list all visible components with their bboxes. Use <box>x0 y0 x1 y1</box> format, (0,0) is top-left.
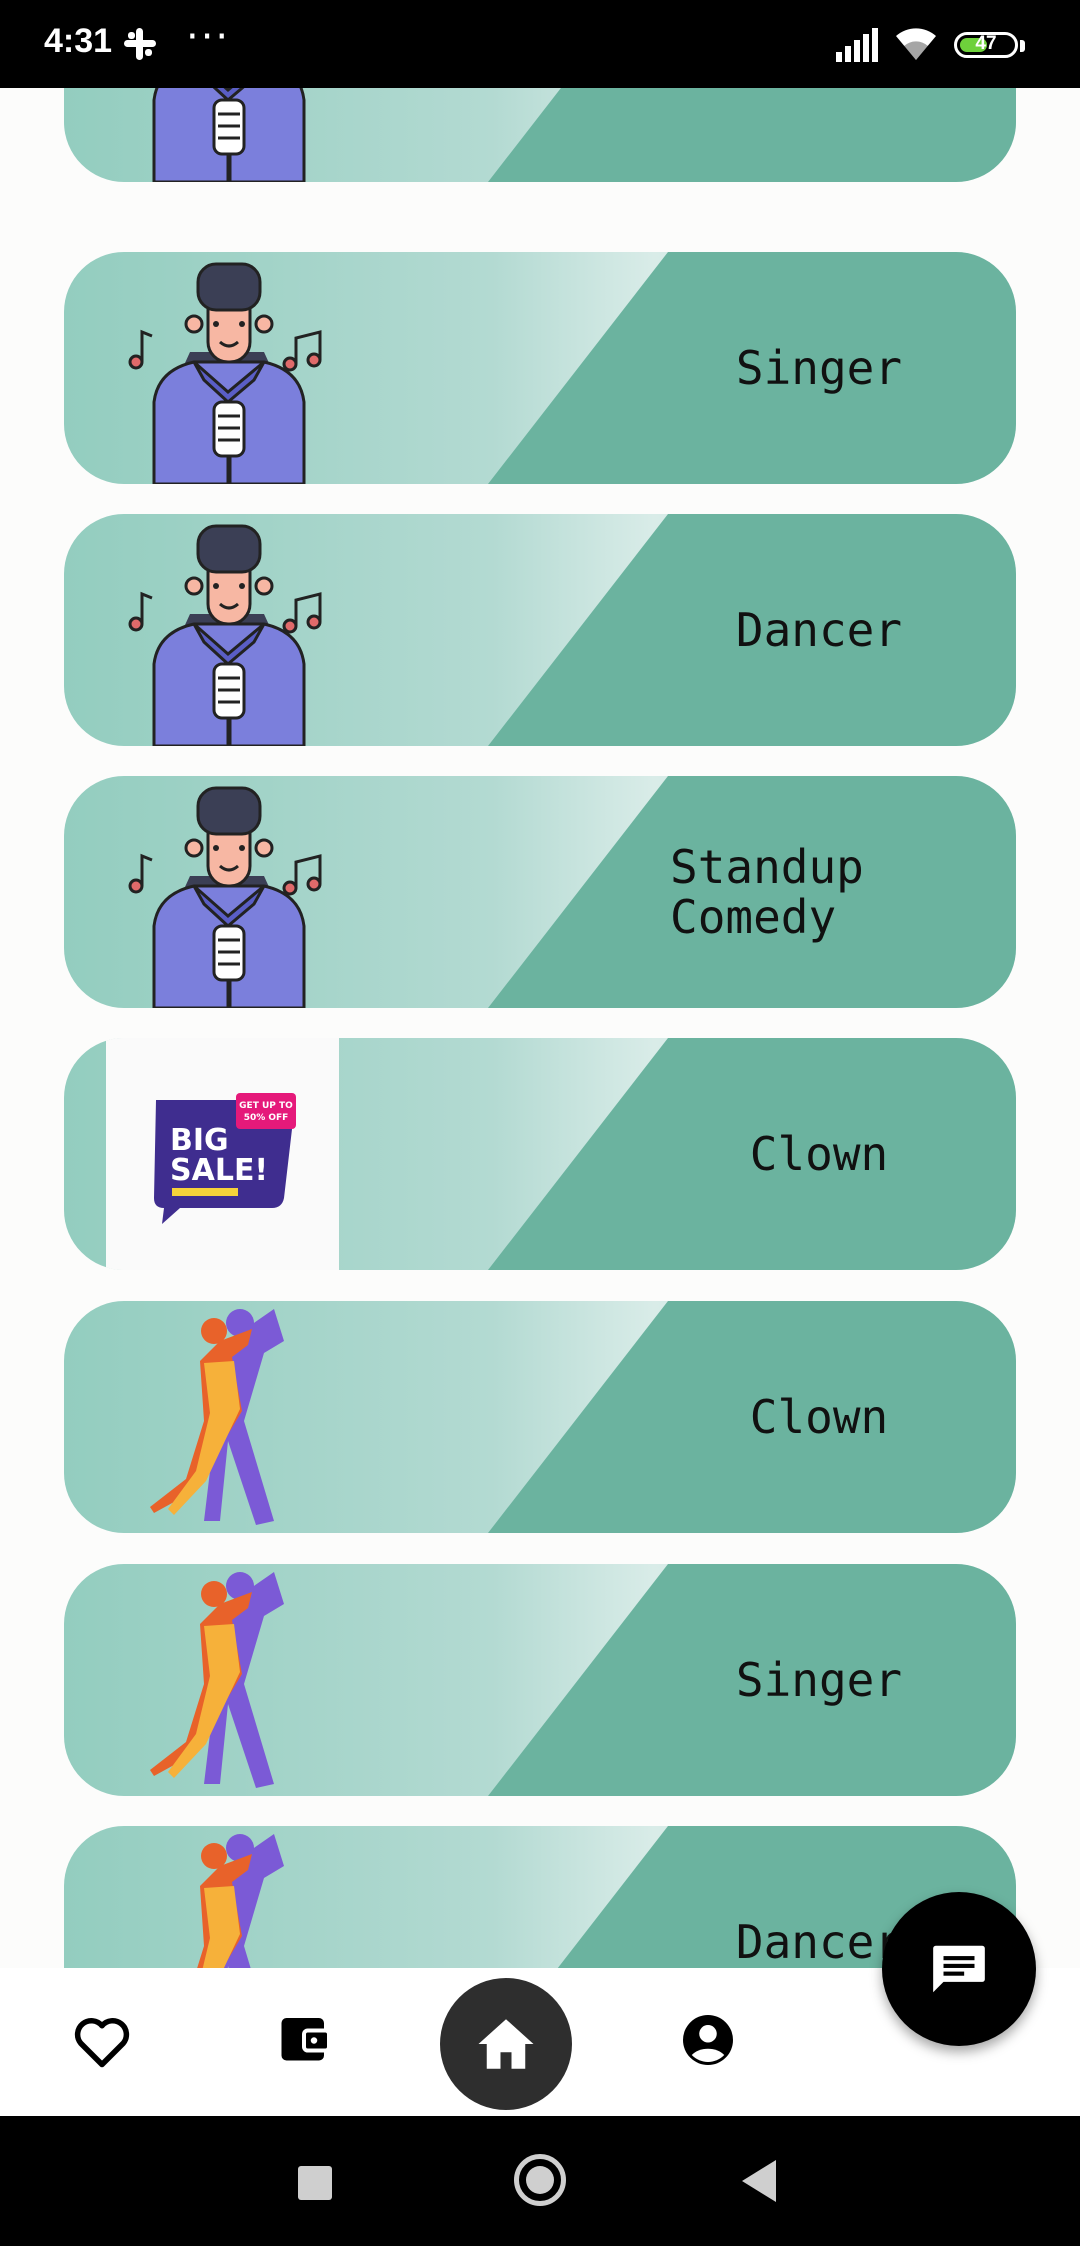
wallet-icon[interactable] <box>274 2008 334 2068</box>
category-label: Singer <box>735 1653 903 1707</box>
singer-illustration <box>124 88 334 182</box>
svg-text:GET UP TO: GET UP TO <box>239 1101 293 1111</box>
recents-button[interactable] <box>298 2166 332 2200</box>
system-navigation-bar <box>0 2116 1080 2246</box>
signal-icon <box>836 28 878 62</box>
category-label: Singer <box>735 341 903 395</box>
category-card[interactable]: Singer <box>64 252 1016 484</box>
singer-illustration <box>124 776 334 1008</box>
category-card[interactable]: Singer <box>64 1564 1016 1796</box>
svg-text:50% OFF: 50% OFF <box>244 1113 289 1123</box>
home-button[interactable] <box>440 1978 572 2110</box>
chat-icon <box>933 1945 985 1993</box>
category-label: Clown <box>749 1390 889 1444</box>
battery-level: 47 <box>975 33 997 54</box>
dancers-illustration <box>124 1826 334 1968</box>
account-circle-icon[interactable] <box>678 2010 738 2070</box>
home-icon <box>478 2019 534 2069</box>
category-label: Standup Comedy <box>670 840 864 944</box>
status-time: 4:31 <box>44 22 113 60</box>
dancers-illustration <box>124 1564 334 1796</box>
category-card[interactable]: GET UP TO 50% OFF BIG SALE! Clown <box>64 1038 1016 1270</box>
category-card[interactable]: Standup Comedy <box>64 776 1016 1008</box>
category-card[interactable]: Dancer <box>64 1826 1016 1968</box>
battery-icon: 47 <box>954 32 1018 58</box>
category-card[interactable]: Dancer <box>64 514 1016 746</box>
dancers-illustration <box>124 1301 334 1533</box>
category-list[interactable]: Actor Singer Dancer Standu <box>0 88 1080 1968</box>
category-card[interactable]: Clown <box>64 1301 1016 1533</box>
back-button[interactable] <box>742 2160 778 2202</box>
singer-illustration <box>124 514 334 746</box>
big-sale-image: GET UP TO 50% OFF BIG SALE! <box>106 1038 339 1270</box>
slack-icon <box>124 28 156 60</box>
home-system-button[interactable] <box>514 2154 566 2206</box>
category-label: Actor <box>669 88 969 182</box>
svg-text:SALE!: SALE! <box>170 1153 268 1188</box>
more-notifications-icon: ··· <box>186 14 231 60</box>
heart-icon[interactable] <box>72 2012 132 2072</box>
wifi-icon <box>896 28 936 60</box>
status-bar: 4:31 ··· 47 <box>0 0 1080 88</box>
singer-illustration <box>124 252 334 484</box>
category-label: Clown <box>749 1127 889 1181</box>
category-card[interactable]: Actor <box>64 88 1016 182</box>
category-label: Dancer <box>735 603 903 657</box>
chat-button[interactable] <box>882 1892 1036 2046</box>
